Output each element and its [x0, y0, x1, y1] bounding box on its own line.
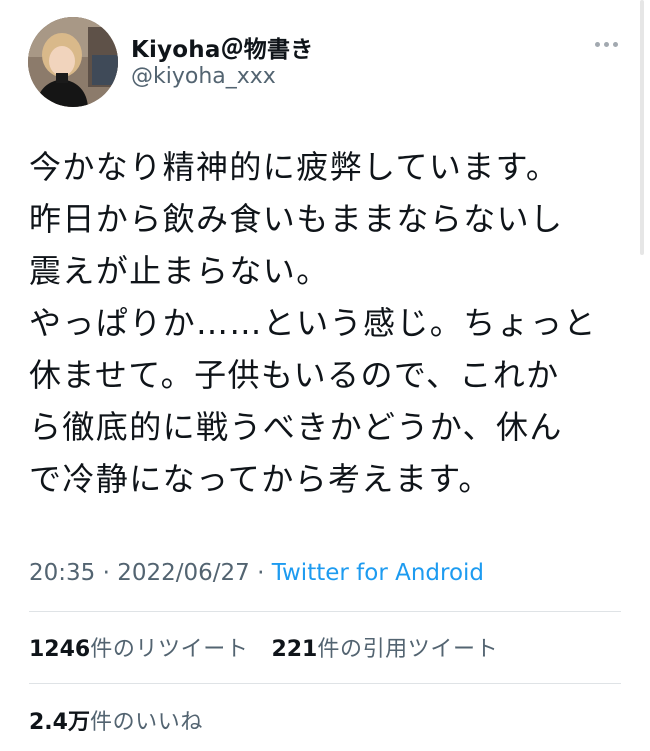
more-dot-icon [594, 41, 600, 47]
user-avatar-photo-icon [28, 17, 118, 107]
tweet-text-line: 震えが止まらない。 [29, 252, 330, 290]
retweets-label: 件のリツイート [90, 637, 249, 662]
likes-stat-row: 2.4万件のいいね [29, 704, 219, 736]
tweet-text-line: ら徹底的に戦うべきかどうか、休ん [29, 408, 563, 446]
divider [29, 611, 621, 612]
divider [29, 683, 621, 684]
quotes-count: 221 [271, 637, 318, 662]
tweet-date[interactable]: 2022/06/27 [117, 560, 250, 586]
meta-separator: · [95, 560, 118, 586]
quotes-stat[interactable]: 221件の引用ツイート [271, 631, 498, 663]
retweets-stat[interactable]: 1246件のリツイート [29, 631, 248, 663]
tweet-text: 今かなり精神的に疲弊しています。 昨日から飲み食いもままならないし 震えが止まら… [29, 141, 629, 505]
tweet-meta: 20:35 · 2022/06/27 · Twitter for Android [29, 560, 484, 586]
meta-separator: · [249, 560, 272, 586]
engagement-stats: 1246件のリツイート 221件の引用ツイート [29, 631, 514, 663]
tweet-text-line: 昨日から飲み食いもままならないし [29, 200, 564, 238]
likes-count: 2.4万 [29, 710, 90, 735]
tweet-source-link[interactable]: Twitter for Android [272, 560, 484, 586]
more-dot-icon [612, 41, 618, 47]
more-dot-icon [603, 41, 609, 47]
tweet-text-line: で冷静になってから考えます。 [29, 460, 492, 498]
more-options-button[interactable] [588, 32, 624, 56]
tweet-text-line: 休ませて。子供もいるので、これか [29, 356, 560, 394]
display-name[interactable]: Kiyoha＠物書き [131, 30, 313, 64]
likes-label: 件のいいね [89, 710, 203, 735]
avatar[interactable] [28, 17, 118, 107]
tweet-card: Kiyoha＠物書き @kiyoha_xxx 今かなり精神的に疲弊しています。 … [0, 0, 650, 751]
user-handle[interactable]: @kiyoha_xxx [131, 64, 276, 89]
likes-stat[interactable]: 2.4万件のいいね [29, 704, 203, 736]
retweets-count: 1246 [29, 637, 91, 662]
quotes-label: 件の引用ツイート [317, 637, 499, 662]
tweet-text-line: やっぱりか……という感じ。ちょっと [29, 304, 597, 342]
tweet-time[interactable]: 20:35 [29, 560, 95, 586]
tweet-text-line: 今かなり精神的に疲弊しています。 [29, 148, 560, 186]
scrollbar[interactable] [640, 0, 644, 255]
